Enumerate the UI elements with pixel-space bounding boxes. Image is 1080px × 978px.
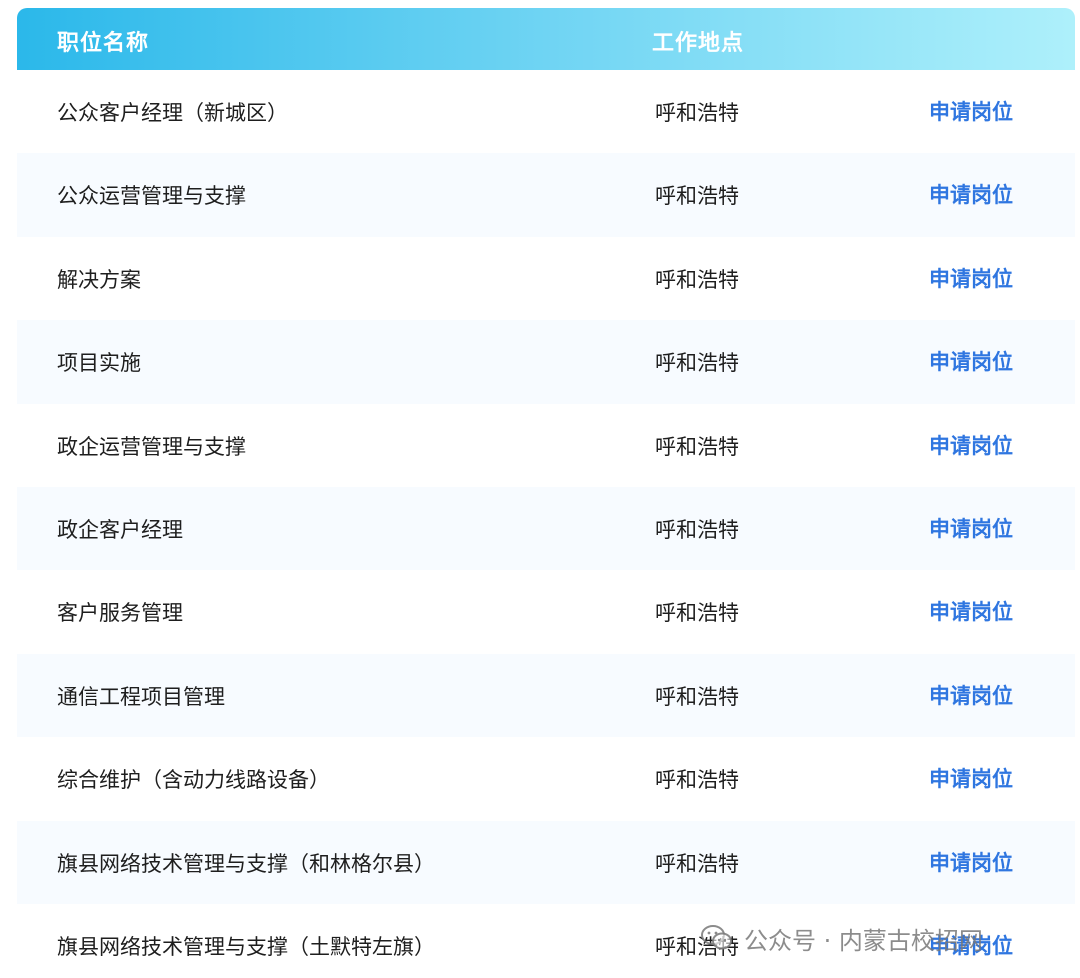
watermark: 公众号 · 内蒙古校招网 (700, 918, 983, 958)
work-location: 呼和浩特 (655, 768, 739, 793)
apply-position-link[interactable]: 申请岗位 (929, 179, 1013, 209)
table-row: 综合维护（含动力线路设备） 呼和浩特 申请岗位 (17, 737, 1075, 820)
apply-position-link[interactable]: 申请岗位 (929, 596, 1013, 626)
table-row: 公众客户经理（新城区） 呼和浩特 申请岗位 (17, 70, 1075, 153)
position-name: 项目实施 (57, 351, 141, 376)
apply-position-link[interactable]: 申请岗位 (929, 346, 1013, 376)
apply-position-link[interactable]: 申请岗位 (929, 263, 1013, 293)
position-name: 解决方案 (57, 267, 141, 292)
column-header-work-location: 工作地点 (652, 31, 745, 56)
wechat-icon (701, 925, 732, 950)
apply-position-link[interactable]: 申请岗位 (929, 513, 1013, 543)
work-location: 呼和浩特 (655, 351, 739, 376)
job-table: 职位名称 工作地点 公众客户经理（新城区） 呼和浩特 申请岗位 公众运营管理与支… (17, 8, 1075, 978)
position-name: 客户服务管理 (57, 601, 183, 626)
position-name: 通信工程项目管理 (57, 684, 225, 709)
work-location: 呼和浩特 (655, 184, 739, 209)
apply-position-link[interactable]: 申请岗位 (929, 680, 1013, 710)
table-row: 旗县网络技术管理与支撑（和林格尔县） 呼和浩特 申请岗位 (17, 820, 1075, 904)
job-list-page: 职位名称 工作地点 公众客户经理（新城区） 呼和浩特 申请岗位 公众运营管理与支… (0, 0, 1080, 978)
position-name: 政企客户经理 (57, 517, 183, 542)
apply-position-link[interactable]: 申请岗位 (929, 96, 1013, 126)
work-location: 呼和浩特 (655, 684, 739, 709)
work-location: 呼和浩特 (655, 517, 739, 542)
work-location: 呼和浩特 (655, 267, 739, 292)
table-row: 政企客户经理 呼和浩特 申请岗位 (17, 486, 1075, 571)
position-name: 公众客户经理（新城区） (57, 101, 288, 125)
position-name: 政企运营管理与支撑 (57, 434, 246, 459)
position-name: 旗县网络技术管理与支撑（和林格尔县） (57, 851, 435, 876)
work-location: 呼和浩特 (655, 601, 739, 626)
position-name: 综合维护（含动力线路设备） (57, 768, 330, 793)
work-location: 呼和浩特 (655, 101, 739, 125)
table-row: 通信工程项目管理 呼和浩特 申请岗位 (17, 653, 1075, 738)
apply-position-link[interactable]: 申请岗位 (929, 763, 1013, 793)
apply-position-link[interactable]: 申请岗位 (929, 430, 1013, 460)
apply-position-link[interactable]: 申请岗位 (929, 847, 1013, 877)
table-row: 解决方案 呼和浩特 申请岗位 (17, 237, 1075, 320)
work-location: 呼和浩特 (655, 851, 739, 876)
table-row: 公众运营管理与支撑 呼和浩特 申请岗位 (17, 153, 1075, 237)
column-header-position-name: 职位名称 (57, 31, 150, 56)
table-row: 项目实施 呼和浩特 申请岗位 (17, 320, 1075, 404)
table-row: 政企运营管理与支撑 呼和浩特 申请岗位 (17, 404, 1075, 487)
position-name: 公众运营管理与支撑 (57, 184, 246, 209)
watermark-text: 公众号 · 内蒙古校招网 (744, 926, 983, 955)
position-name: 旗县网络技术管理与支撑（土默特左旗） (57, 934, 435, 959)
work-location: 呼和浩特 (655, 434, 739, 459)
table-row: 客户服务管理 呼和浩特 申请岗位 (17, 570, 1075, 653)
table-header: 职位名称 工作地点 (17, 8, 1075, 70)
